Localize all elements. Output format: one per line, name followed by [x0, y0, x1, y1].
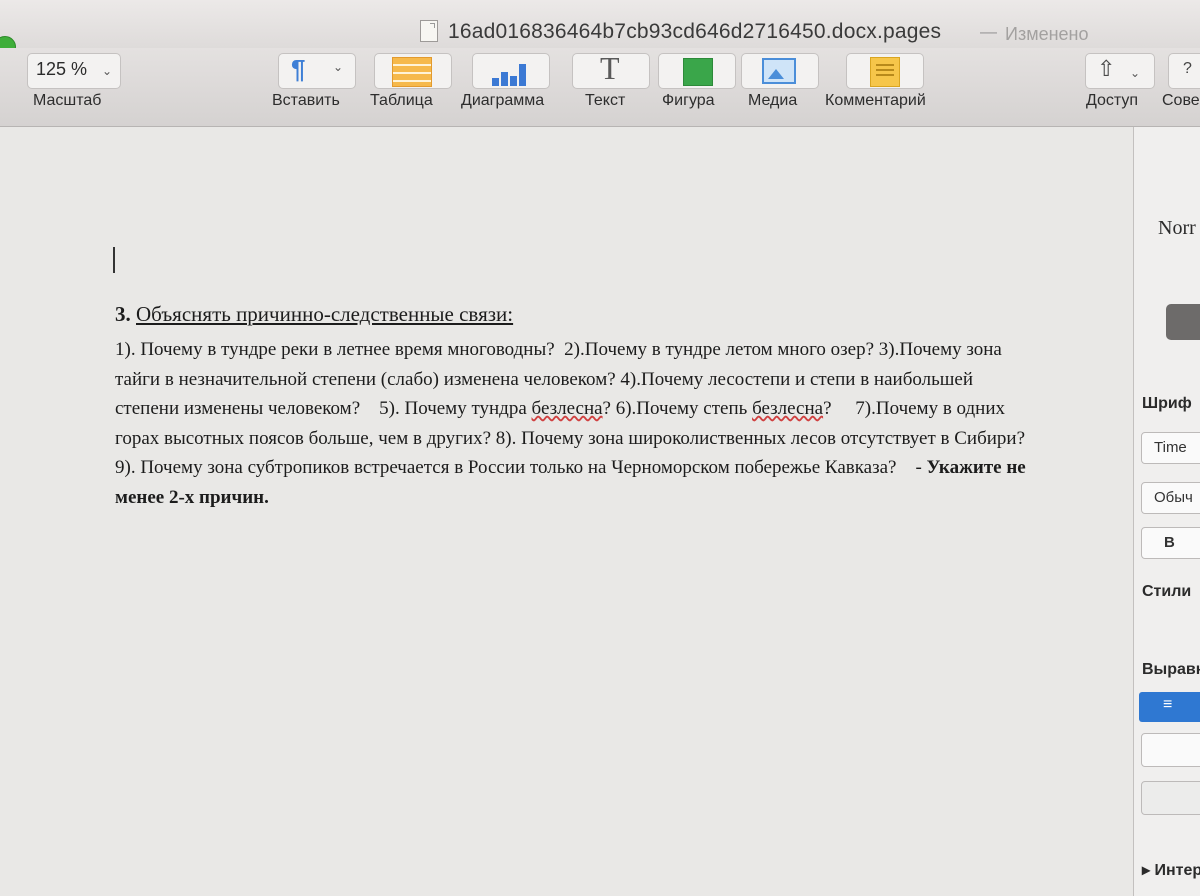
question-1: 1). Почему в тундре реки в летнее время …: [115, 339, 555, 360]
insert-label: Вставить: [272, 92, 340, 109]
media-label: Медиа: [748, 92, 798, 109]
alignment-options[interactable]: [1141, 733, 1200, 767]
task-questions: 1). Почему в тундре реки в летнее время …: [115, 335, 1030, 512]
title-separator: —: [980, 22, 997, 41]
spacing-disclosure[interactable]: ▸ Интер: [1142, 860, 1200, 880]
text-cursor: [113, 247, 115, 273]
alignment-label: Выравн: [1142, 661, 1200, 678]
paragraph-icon: ¶: [291, 54, 306, 84]
comment-icon: [870, 57, 900, 87]
task-title: Объяснять причинно-следственные связи:: [136, 302, 514, 326]
font-family-select[interactable]: Time: [1141, 432, 1200, 464]
shape-icon: [683, 58, 713, 86]
chart-label: Диаграмма: [461, 92, 545, 109]
insert-button[interactable]: [278, 53, 356, 89]
share-button[interactable]: [1085, 53, 1155, 89]
tips-label: Сове: [1162, 92, 1200, 109]
table-icon: [392, 57, 432, 87]
document-icon: [420, 20, 438, 42]
spell-error: безлесна: [752, 398, 824, 419]
indent-options[interactable]: [1141, 781, 1200, 815]
document-status: Изменено: [1005, 24, 1089, 44]
format-inspector: Norr Шриф Time Обыч B Стили Выравн ≡ ▸ И…: [1133, 127, 1200, 896]
align-left-button[interactable]: ≡: [1139, 692, 1200, 722]
tips-question: ?: [1183, 60, 1192, 77]
share-icon: ⇧: [1097, 56, 1116, 81]
tips-button[interactable]: ?: [1168, 53, 1200, 89]
zoom-label: Масштаб: [33, 92, 102, 109]
title-bar: 16ad016836464b7cb93cd646d2716450.docx.pa…: [0, 0, 1200, 58]
zoom-select[interactable]: 125 % ⌄: [27, 53, 121, 89]
style-update-button[interactable]: [1166, 304, 1200, 340]
text-label: Текст: [585, 92, 626, 109]
task-block[interactable]: 3. Объяснять причинно-следственные связи…: [115, 302, 1030, 512]
question-2: 2).Почему в тундре летом много озер?: [564, 339, 875, 360]
bold-button[interactable]: B: [1141, 527, 1200, 559]
font-style-select[interactable]: Обыч: [1141, 482, 1200, 514]
font-section-label: Шриф: [1142, 395, 1192, 412]
comment-label: Комментарий: [825, 92, 926, 109]
media-icon: [762, 58, 796, 84]
question-6: 6).Почему степь безлесна?: [615, 398, 832, 419]
shape-label: Фигура: [662, 92, 715, 109]
text-icon: T: [600, 50, 620, 86]
chevron-down-icon: ⌄: [1130, 66, 1141, 80]
chart-icon: [490, 56, 530, 86]
chevron-down-icon: ⌄: [102, 64, 113, 78]
character-styles-label: Стили: [1142, 583, 1192, 600]
question-9: 9). Почему зона субтропиков встречается …: [115, 457, 897, 478]
dash: -: [915, 457, 922, 478]
question-5: 5). Почему тундра безлесна?: [379, 398, 611, 419]
document-title: 16ad016836464b7cb93cd646d2716450.docx.pa…: [448, 20, 942, 43]
spell-error: безлесна: [531, 398, 603, 419]
table-label: Таблица: [370, 92, 433, 109]
zoom-value: 125 %: [36, 59, 88, 79]
task-number: 3.: [115, 302, 131, 326]
task-heading: 3. Объяснять причинно-следственные связи…: [115, 302, 1030, 327]
share-label: Доступ: [1086, 92, 1139, 109]
chevron-down-icon: ⌄: [333, 60, 344, 74]
align-left-icon: ≡: [1163, 696, 1173, 713]
question-8: 8). Почему зона широколиственных лесов о…: [495, 427, 1026, 449]
paragraph-style-name[interactable]: Norr: [1158, 217, 1196, 240]
